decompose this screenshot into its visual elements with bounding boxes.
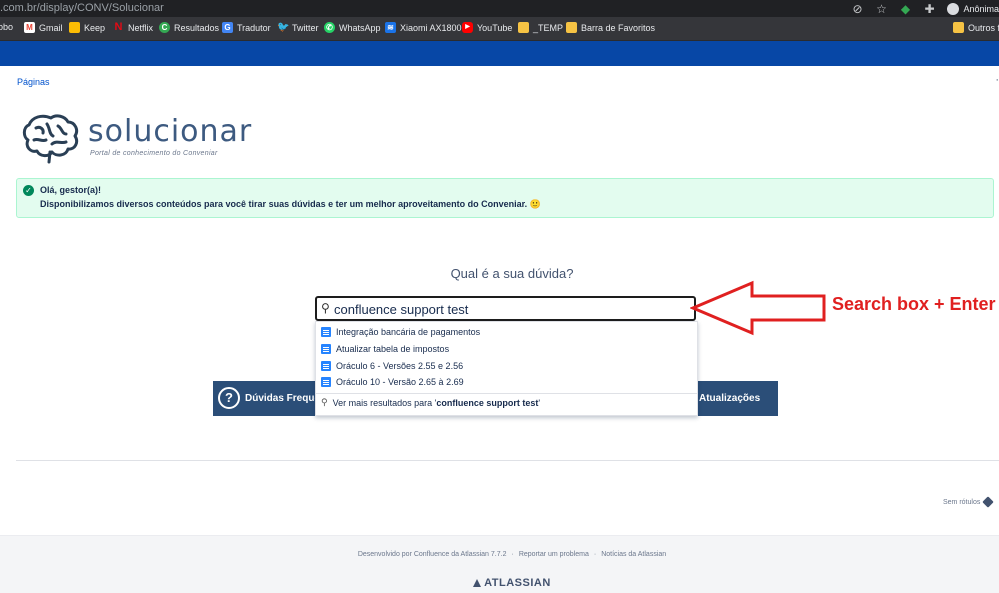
profile-label: Anônima	[963, 4, 999, 14]
folder-icon	[566, 22, 577, 33]
eye-off-icon[interactable]: ⊘	[851, 3, 863, 15]
footer-news-link[interactable]: Notícias da Atlassian	[601, 551, 666, 558]
bookmark-obo[interactable]: obo	[0, 22, 13, 32]
updates-button-label: Atualizações	[699, 393, 761, 404]
tag-icon[interactable]	[982, 496, 995, 508]
faq-button[interactable]: ? Dúvidas Frequentes	[213, 381, 317, 416]
star-icon[interactable]: ☆	[875, 3, 887, 15]
incognito-avatar-icon	[947, 3, 960, 15]
welcome-alert: ✓ Olá, gestor(a)! Disponibilizamos diver…	[16, 178, 994, 218]
footer-separator: ·	[511, 551, 514, 558]
no-labels-text: Sem rótulos	[943, 498, 981, 506]
wifi-icon: ≋	[385, 22, 396, 33]
page-actions-menu[interactable]: ·	[995, 74, 999, 86]
alert-text: Disponibilizamos diversos conteúdos para…	[40, 199, 541, 209]
twitter-icon: 🐦	[277, 22, 290, 33]
annotation-arrow-icon	[690, 280, 826, 336]
folder-icon	[518, 22, 529, 33]
bookmark-barra-favoritos[interactable]: Barra de Favoritos	[566, 22, 655, 33]
more-results-link[interactable]: ⚲ Ver mais resultados para 'confluence s…	[321, 398, 540, 408]
search-suggestions-dropdown: Integração bancária de pagamentos Atuali…	[315, 321, 698, 416]
bookmark-outros-favoritos[interactable]: Outros fa	[953, 22, 999, 33]
suggestion-item[interactable]: Oráculo 6 - Versões 2.55 e 2.56	[321, 359, 463, 373]
faq-button-label: Dúvidas Frequentes	[245, 393, 317, 404]
keep-icon	[69, 22, 80, 33]
page-icon	[321, 344, 331, 354]
logo-title: solucionar	[88, 114, 253, 149]
footer-report-link[interactable]: Reportar um problema	[519, 551, 589, 558]
page-icon	[321, 377, 331, 387]
atlassian-icon	[473, 579, 482, 587]
search-input[interactable]	[334, 300, 689, 318]
footer-developed-by[interactable]: Desenvolvido por Confluence da Atlassian…	[358, 551, 507, 558]
puzzle-icon[interactable]: ✚	[923, 3, 935, 15]
footer-links: Desenvolvido por Confluence da Atlassian…	[0, 551, 999, 558]
search-icon: ⚲	[321, 398, 328, 408]
alert-title: Olá, gestor(a)!	[40, 185, 102, 195]
search-heading: Qual é a sua dúvida?	[450, 266, 574, 281]
bookmark-temp[interactable]: _TEMP	[518, 22, 563, 33]
page-icon	[321, 327, 331, 337]
check-circle-icon: ✓	[23, 185, 34, 196]
browser-toolbar-right: ⊘ ☆ ◆ ✚ Anônima	[851, 1, 999, 17]
bookmark-keep[interactable]: Keep	[69, 22, 105, 33]
annotation-label: Search box + Enter	[832, 294, 996, 314]
bookmark-resultados[interactable]: C Resultados	[159, 22, 219, 33]
content-divider	[16, 460, 999, 461]
bookmark-netflix[interactable]: N Netflix	[113, 21, 154, 33]
page-icon	[321, 361, 331, 371]
footer: Desenvolvido por Confluence da Atlassian…	[0, 535, 999, 593]
youtube-icon: ▶	[462, 22, 473, 33]
atlassian-logo[interactable]: ATLASSIAN	[0, 577, 999, 589]
suggestion-item[interactable]: Integração bancária de pagamentos	[321, 325, 480, 339]
search-icon: ⚲	[321, 301, 330, 315]
netflix-icon: N	[114, 21, 123, 33]
confluence-header-bar	[0, 41, 999, 66]
translate-icon: G	[222, 22, 233, 33]
suggestion-item[interactable]: Atualizar tabela de impostos	[321, 342, 449, 356]
bookmark-tradutor[interactable]: G Tradutor	[222, 22, 271, 33]
question-circle-icon: ?	[218, 387, 240, 409]
search-box[interactable]: ⚲	[315, 296, 696, 321]
dropdown-divider	[316, 393, 697, 394]
gmail-icon: M	[24, 22, 35, 33]
bookmark-twitter[interactable]: 🐦 Twitter	[277, 22, 319, 33]
bookmark-xiaomi[interactable]: ≋ Xiaomi AX1800	[385, 22, 462, 33]
logo-subtitle: Portal de conhecimento do Conveniar	[90, 150, 218, 157]
brain-logo-icon	[22, 114, 79, 164]
whatsapp-icon: ✆	[324, 22, 335, 33]
footer-separator: ·	[593, 551, 597, 558]
bookmark-gmail[interactable]: M Gmail	[24, 22, 63, 33]
folder-icon	[953, 22, 964, 33]
labels-area: Sem rótulos	[943, 496, 995, 508]
bookmark-whatsapp[interactable]: ✆ WhatsApp	[324, 22, 381, 33]
extension-icon[interactable]: ◆	[899, 3, 911, 15]
updates-button[interactable]: Atualizações	[697, 381, 778, 416]
browser-url-bar: .com.br/display/CONV/Solucionar ⊘ ☆ ◆ ✚ …	[0, 0, 999, 17]
resultados-icon: C	[159, 22, 170, 33]
bookmarks-bar: obo M Gmail Keep N Netflix C Resultados …	[0, 17, 999, 41]
bookmark-youtube[interactable]: ▶ YouTube	[462, 22, 512, 33]
suggestion-item[interactable]: Oráculo 10 - Versão 2.65 à 2.69	[321, 375, 464, 389]
breadcrumb-paginas[interactable]: Páginas	[17, 77, 50, 87]
url-text[interactable]: .com.br/display/CONV/Solucionar	[0, 2, 164, 14]
profile-button[interactable]: Anônima	[947, 3, 999, 15]
